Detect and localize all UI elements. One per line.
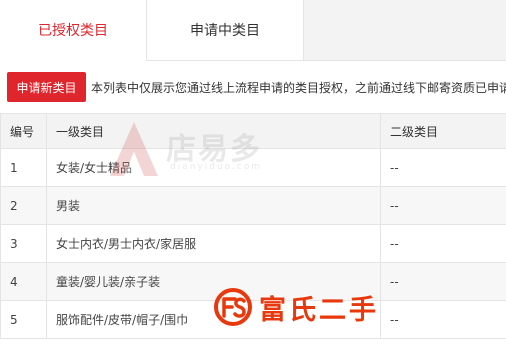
cell-secondary-category: -- bbox=[380, 300, 506, 339]
tab-pending-categories[interactable]: 申请中类目 bbox=[147, 0, 304, 61]
header-id: 编号 bbox=[0, 113, 47, 149]
cell-id: 5 bbox=[0, 300, 47, 339]
cell-id: 3 bbox=[0, 224, 47, 263]
cell-secondary-category: -- bbox=[380, 148, 506, 187]
tabs-filler bbox=[304, 0, 506, 61]
cell-primary-category: 服饰配件/皮带/帽子/围巾 bbox=[46, 300, 381, 339]
cell-id: 1 bbox=[0, 148, 47, 187]
cell-id: 4 bbox=[0, 262, 47, 301]
notice-text: 本列表中仅展示您通过线上流程申请的类目授权，之前通过线下邮寄资质已申请的类目 bbox=[91, 81, 506, 95]
cell-secondary-category: -- bbox=[380, 186, 506, 225]
cell-primary-category: 女装/女士精品 bbox=[46, 148, 381, 187]
header-secondary-category: 二级类目 bbox=[380, 113, 506, 149]
cell-secondary-category: -- bbox=[380, 262, 506, 301]
tab-authorized-categories[interactable]: 已授权类目 bbox=[0, 0, 147, 61]
table-row: 3 女士内衣/男士内衣/家居服 -- bbox=[0, 224, 506, 263]
toolbar: 申请新类目 本列表中仅展示您通过线上流程申请的类目授权，之前通过线下邮寄资质已申… bbox=[0, 61, 506, 113]
table-row: 2 男装 -- bbox=[0, 186, 506, 225]
table-row: 1 女装/女士精品 -- bbox=[0, 148, 506, 187]
cell-secondary-category: -- bbox=[380, 224, 506, 263]
header-primary-category: 一级类目 bbox=[46, 113, 381, 149]
apply-new-category-button[interactable]: 申请新类目 bbox=[7, 72, 86, 102]
category-tabs: 已授权类目 申请中类目 bbox=[0, 0, 506, 61]
category-table: 编号 一级类目 二级类目 1 女装/女士精品 -- 2 男装 -- 3 女士内衣… bbox=[0, 113, 506, 339]
table-row: 5 服饰配件/皮带/帽子/围巾 -- bbox=[0, 300, 506, 339]
cell-primary-category: 童装/婴儿装/亲子装 bbox=[46, 262, 381, 301]
cell-primary-category: 女士内衣/男士内衣/家居服 bbox=[46, 224, 381, 263]
cell-id: 2 bbox=[0, 186, 47, 225]
cell-primary-category: 男装 bbox=[46, 186, 381, 225]
table-header-row: 编号 一级类目 二级类目 bbox=[0, 113, 506, 149]
table-row: 4 童装/婴儿装/亲子装 -- bbox=[0, 262, 506, 301]
